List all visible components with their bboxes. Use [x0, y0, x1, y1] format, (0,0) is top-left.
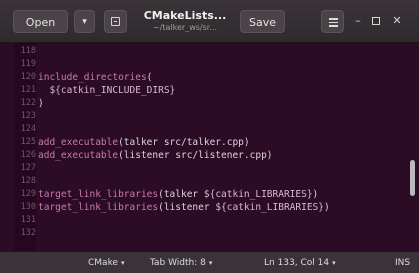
maximize-button[interactable] — [370, 15, 382, 27]
code-line: 132 — [0, 227, 419, 240]
line-number: 119 — [20, 59, 36, 69]
open-recent-dropdown-button[interactable]: ▾ — [74, 10, 95, 33]
status-bar: CMake ▾ Tab Width: 8 ▾ Ln 133, Col 14 ▾ INS — [0, 251, 419, 273]
code-line: 130 target_link_libraries(listener ${catk… — [0, 201, 419, 214]
code-text: ) — [38, 98, 44, 109]
minimize-icon: – — [355, 14, 361, 27]
code-line: 126 add_executable(listener src/listener.… — [0, 149, 419, 162]
code-line: 128 — [0, 175, 419, 188]
code-line: 121 ${catkin_INCLUDE_DIRS} — [0, 84, 419, 97]
line-number: 130 — [20, 202, 36, 212]
line-number: 124 — [20, 124, 36, 134]
code-line: 125 add_executable(talker src/talker.cpp) — [0, 136, 419, 149]
new-document-button[interactable] — [104, 10, 127, 33]
line-number: 126 — [20, 150, 36, 160]
line-number: 129 — [20, 189, 36, 199]
code-editor[interactable]: 118 119 120 include_directories(121 ${catki… — [0, 43, 419, 251]
code-line: 129 target_link_libraries(talker ${catkin… — [0, 188, 419, 201]
code-line: 119 — [0, 58, 419, 71]
code-line: 122) — [0, 97, 419, 110]
open-button[interactable]: Open — [13, 10, 68, 33]
chevron-down-icon: ▾ — [208, 259, 213, 267]
close-button[interactable]: ✕ — [391, 15, 403, 27]
language-selector[interactable]: CMake ▾ — [88, 252, 125, 273]
code-text: include_directories( — [38, 72, 153, 83]
code-line: 131 — [0, 214, 419, 227]
maximize-icon — [372, 17, 380, 25]
text-editor-window: Open ▾ CMakeLists... ~/talker_ws/sr... S… — [0, 0, 419, 273]
code-line: 118 — [0, 45, 419, 58]
line-number: 125 — [20, 137, 36, 147]
line-number: 131 — [20, 215, 36, 225]
code-text: add_executable(talker src/talker.cpp) — [38, 137, 250, 148]
code-line: 124 — [0, 123, 419, 136]
document-title: CMakeLists... — [143, 9, 227, 22]
insert-mode-indicator: INS — [395, 258, 411, 268]
line-number: 121 — [20, 85, 36, 95]
document-path: ~/talker_ws/sr... — [153, 23, 217, 32]
hamburger-menu-button[interactable] — [321, 10, 344, 33]
code-line: 127 — [0, 162, 419, 175]
header-bar: Open ▾ CMakeLists... ~/talker_ws/sr... S… — [0, 0, 419, 43]
line-number: 118 — [20, 46, 36, 56]
line-number: 122 — [20, 98, 36, 108]
cursor-position-selector[interactable]: Ln 133, Col 14 ▾ — [264, 252, 336, 273]
close-icon: ✕ — [392, 14, 402, 27]
line-number: 132 — [20, 228, 36, 238]
code-text: ${catkin_INCLUDE_DIRS} — [49, 85, 176, 96]
line-number: 120 — [20, 72, 36, 82]
code-line: 123 — [0, 110, 419, 123]
cursor-position-label: Ln 133, Col 14 — [264, 258, 330, 268]
code-line: 120 include_directories( — [0, 71, 419, 84]
language-label: CMake — [88, 258, 118, 268]
line-number: 123 — [20, 111, 36, 121]
tab-width-selector[interactable]: Tab Width: 8 ▾ — [150, 252, 212, 273]
save-button[interactable]: Save — [240, 10, 285, 33]
chevron-down-icon: ▾ — [121, 259, 125, 267]
minimize-button[interactable]: – — [352, 15, 364, 27]
window-title-area: CMakeLists... ~/talker_ws/sr... — [135, 9, 235, 33]
chevron-down-icon: ▾ — [332, 259, 336, 267]
code-text: target_link_libraries(listener ${catkin_… — [38, 202, 330, 213]
line-number: 128 — [20, 176, 36, 186]
code-text: add_executable(listener src/listener.cpp… — [38, 150, 273, 161]
vertical-scrollbar[interactable] — [410, 160, 415, 196]
tab-width-label: Tab Width: 8 — [150, 258, 206, 268]
chevron-down-icon: ▾ — [82, 17, 87, 27]
line-number: 127 — [20, 163, 36, 173]
code-text: target_link_libraries(talker ${catkin_LI… — [38, 189, 319, 200]
new-document-icon — [111, 17, 120, 26]
